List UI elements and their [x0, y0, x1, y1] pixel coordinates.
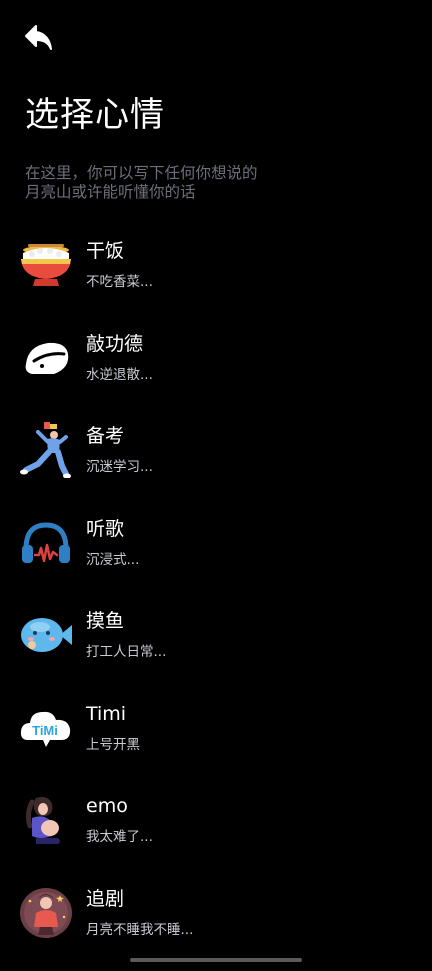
mood-desc: 月亮不睡我不睡... — [86, 921, 193, 939]
mood-desc: 水逆退散... — [86, 366, 153, 384]
mood-item-qiaogongde[interactable]: 敲功德 水逆退散... — [0, 324, 432, 417]
back-button[interactable] — [20, 22, 58, 58]
wooden-fish-icon — [18, 330, 74, 386]
mood-desc: 沉浸式... — [86, 551, 139, 569]
mood-item-moyu[interactable]: 摸鱼 打工人日常... — [0, 601, 432, 694]
timi-logo-text: TiMi — [32, 723, 58, 738]
mood-name: 敲功德 — [86, 332, 143, 356]
mood-name: emo — [86, 794, 128, 818]
sad-girl-icon — [18, 792, 74, 848]
mood-desc: 我太难了... — [86, 828, 153, 846]
student-icon — [18, 422, 74, 478]
subtitle-line-2: 月亮山或许能听懂你的话 — [25, 183, 325, 202]
mood-name: 干饭 — [86, 239, 124, 263]
mood-name: 摸鱼 — [86, 609, 124, 633]
tv-watching-icon — [18, 885, 74, 941]
page-subtitle: 在这里，你可以写下任何你想说的 月亮山或许能听懂你的话 — [25, 164, 325, 202]
timi-cloud-icon: TiMi — [18, 700, 74, 756]
back-arrow-icon — [24, 24, 54, 56]
mood-item-beikao[interactable]: 备考 沉迷学习... — [0, 416, 432, 509]
subtitle-line-1: 在这里，你可以写下任何你想说的 — [25, 164, 325, 183]
mood-desc: 打工人日常... — [86, 643, 166, 661]
mood-item-emo[interactable]: emo 我太难了... — [0, 786, 432, 879]
fish-icon — [18, 607, 74, 663]
mood-name: Timi — [86, 702, 126, 726]
mood-item-tingge[interactable]: 听歌 沉浸式... — [0, 509, 432, 602]
mood-item-ganfan[interactable]: 干饭 不吃香菜... — [0, 231, 432, 324]
home-indicator[interactable] — [130, 958, 302, 962]
page-title: 选择心情 — [25, 92, 165, 138]
headphones-icon — [18, 515, 74, 571]
mood-item-timi[interactable]: TiMi Timi 上号开黑 — [0, 694, 432, 787]
mood-list: 干饭 不吃香菜... 敲功德 水逆退散... — [0, 231, 432, 971]
rice-bowl-icon — [18, 237, 74, 293]
mood-desc: 沉迷学习... — [86, 458, 153, 476]
mood-desc: 不吃香菜... — [86, 273, 153, 291]
mood-name: 听歌 — [86, 517, 124, 541]
mood-name: 追剧 — [86, 887, 124, 911]
mood-name: 备考 — [86, 424, 124, 448]
mood-desc: 上号开黑 — [86, 736, 140, 754]
